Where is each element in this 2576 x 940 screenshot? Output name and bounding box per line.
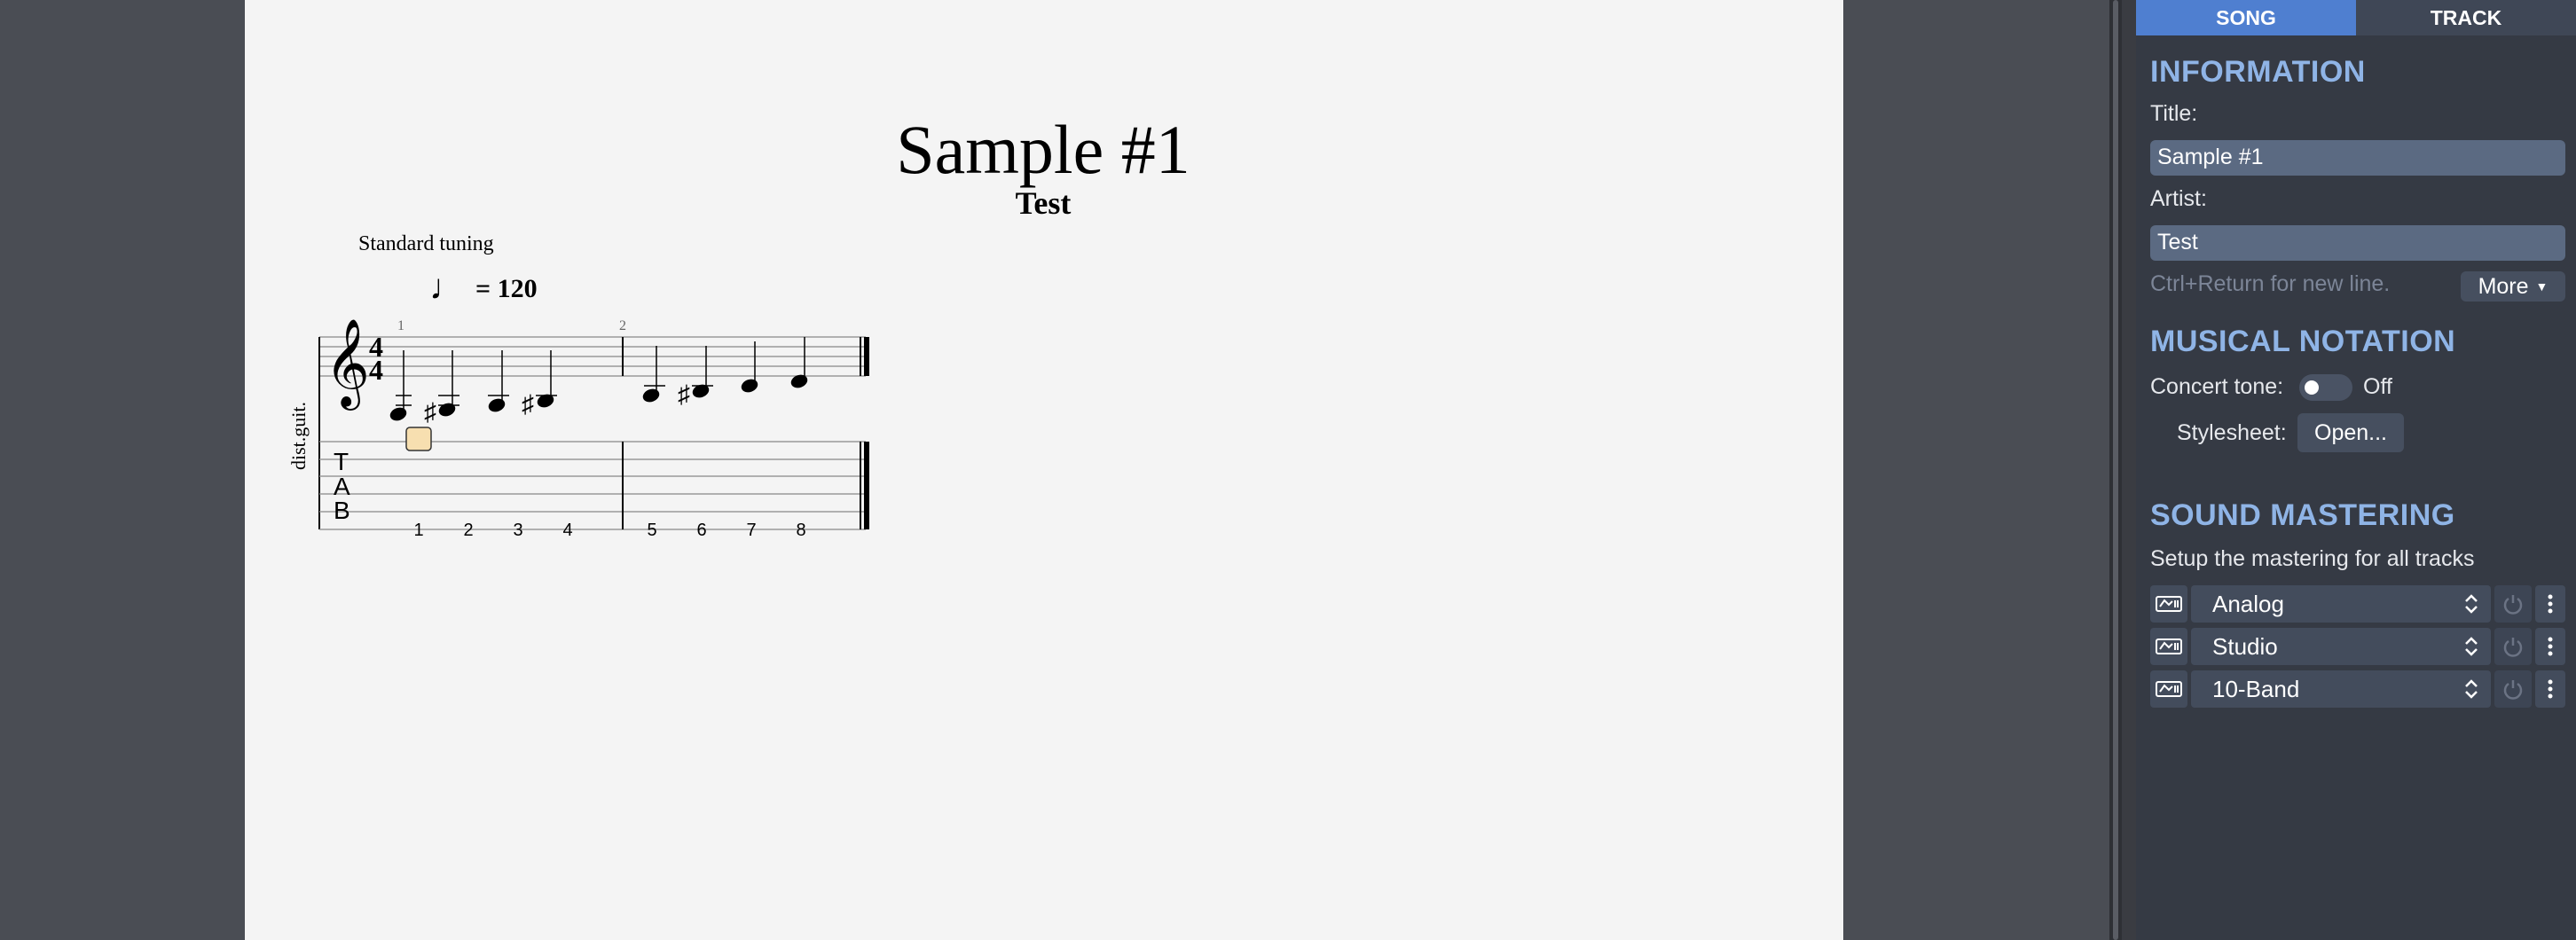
tab-fret[interactable]: 2 — [463, 521, 473, 540]
effect-select[interactable]: Analog — [2191, 585, 2491, 623]
title-field[interactable]: Sample #1 — [2150, 140, 2565, 176]
information-heading: INFORMATION — [2150, 55, 2366, 89]
mastering-row: 10-Band — [2150, 670, 2565, 708]
svg-text:♯: ♯ — [424, 399, 436, 427]
score-title[interactable]: Sample #1 — [0, 110, 2086, 190]
mastering-row: Analog — [2150, 585, 2565, 623]
stylesheet-open-button[interactable]: Open... — [2297, 413, 2404, 452]
panel-edge — [2122, 0, 2136, 940]
quarter-note-icon: ♩ — [429, 267, 465, 307]
equalizer-icon[interactable] — [2150, 585, 2187, 623]
svg-text:♯: ♯ — [522, 391, 534, 419]
tab-fret[interactable]: 4 — [562, 521, 572, 540]
treble-clef-icon: 𝄞 — [325, 318, 370, 411]
tab-fret[interactable]: 1 — [413, 521, 423, 540]
tab-fret[interactable]: 5 — [647, 521, 656, 540]
updown-chevron-icon — [2465, 637, 2478, 656]
tab-track[interactable]: TRACK — [2356, 0, 2576, 35]
power-icon[interactable] — [2494, 628, 2532, 665]
more-label: More — [2478, 273, 2529, 299]
tab-fret[interactable]: 8 — [796, 521, 805, 540]
updown-chevron-icon — [2465, 594, 2478, 614]
concert-tone-state: Off — [2363, 374, 2392, 399]
bar-number-2: 2 — [619, 318, 626, 333]
score-staff[interactable]: dist.guit. 1 2 𝄞 4 4 ♯ ♯ ♯ T A B 1 2 3 4… — [275, 310, 887, 541]
title-label: Title: — [2150, 101, 2198, 126]
tab-lines — [319, 441, 866, 530]
artist-field[interactable]: Test — [2150, 225, 2565, 261]
inspector-panel: SONG TRACK INFORMATION Title: Sample #1 … — [2136, 0, 2576, 940]
effect-name: Analog — [2212, 590, 2284, 617]
power-icon[interactable] — [2494, 670, 2532, 708]
panel-tabs: SONG TRACK — [2136, 0, 2576, 35]
notes-bar-2: ♯ — [642, 337, 808, 409]
concert-tone-toggle[interactable] — [2299, 374, 2352, 401]
tab-song[interactable]: SONG — [2136, 0, 2356, 35]
effect-name: Studio — [2212, 632, 2278, 660]
beat-cursor[interactable] — [405, 427, 432, 451]
staff-lines — [319, 336, 866, 377]
tempo-value: = 120 — [475, 274, 538, 303]
mastering-subtitle: Setup the mastering for all tracks — [2150, 546, 2475, 571]
mastering-heading: SOUND MASTERING — [2150, 498, 2455, 532]
effect-select[interactable]: 10-Band — [2191, 670, 2491, 708]
kebab-menu-icon[interactable] — [2535, 585, 2565, 623]
effect-select[interactable]: Studio — [2191, 628, 2491, 665]
tab-fret[interactable]: 3 — [513, 521, 522, 540]
stylesheet-label: Stylesheet: — [2177, 420, 2287, 445]
more-button[interactable]: More ▼ — [2461, 271, 2565, 302]
notation-heading: MUSICAL NOTATION — [2150, 325, 2456, 358]
power-icon[interactable] — [2494, 585, 2532, 623]
concert-tone-label: Concert tone: — [2150, 374, 2284, 399]
equalizer-icon[interactable] — [2150, 628, 2187, 665]
equalizer-icon[interactable] — [2150, 670, 2187, 708]
artist-label: Artist: — [2150, 186, 2207, 211]
toggle-knob — [2305, 380, 2319, 395]
mastering-row: Studio — [2150, 628, 2565, 665]
tab-fret[interactable]: 7 — [746, 521, 756, 540]
track-name: dist.guit. — [287, 402, 310, 470]
effect-name: 10-Band — [2212, 675, 2300, 702]
tempo-marking: ♩ = 120 — [429, 266, 538, 308]
caret-down-icon: ▼ — [2535, 279, 2549, 294]
updown-chevron-icon — [2465, 679, 2478, 699]
kebab-menu-icon[interactable] — [2535, 670, 2565, 708]
tab-clef-b: B — [334, 497, 350, 524]
tuning-label: Standard tuning — [358, 232, 494, 255]
tab-fret[interactable]: 6 — [696, 521, 706, 540]
svg-text:♯: ♯ — [678, 381, 690, 409]
tab-clef-t: T — [334, 448, 349, 475]
newline-hint: Ctrl+Return for new line. — [2150, 271, 2391, 296]
scrollbar-thumb[interactable] — [2113, 0, 2118, 940]
notes-bar-1: ♯ ♯ — [389, 350, 557, 427]
time-signature-bottom: 4 — [369, 354, 383, 386]
bar-number-1: 1 — [397, 318, 404, 333]
score-artist[interactable]: Test — [0, 184, 2086, 222]
kebab-menu-icon[interactable] — [2535, 628, 2565, 665]
